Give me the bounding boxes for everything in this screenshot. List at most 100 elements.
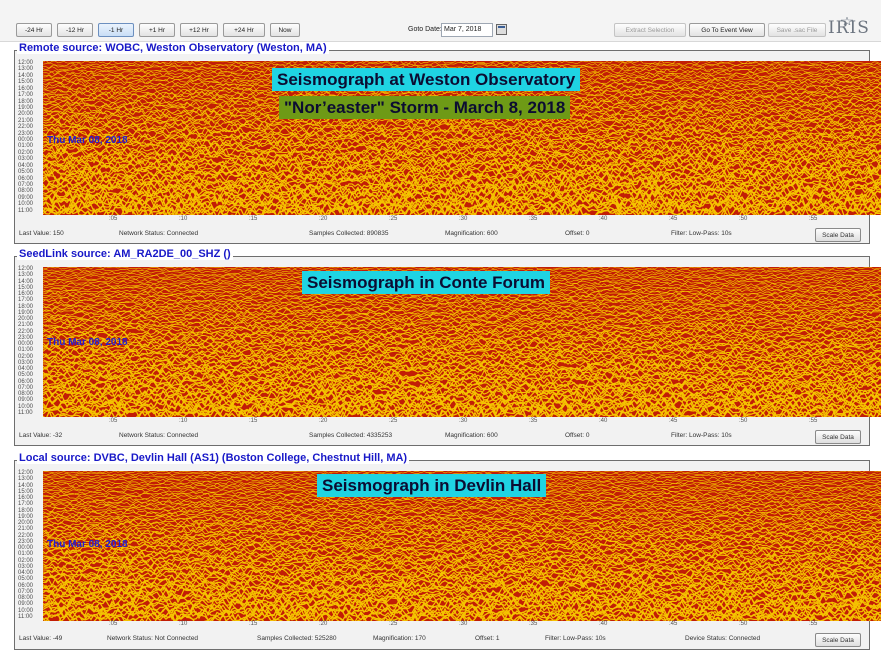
samples-collected: Samples Collected: 525280	[257, 635, 337, 642]
minute-tick: :10	[179, 621, 188, 627]
calendar-icon[interactable]	[496, 24, 507, 35]
minute-tick: :35	[529, 418, 538, 424]
save-sac-file-button[interactable]: Save .sac File	[768, 23, 826, 37]
hour-label: 11:00	[18, 613, 33, 620]
status-bar: Last Value: -49 Network Status: Not Conn…	[19, 633, 867, 647]
minute-tick: :35	[529, 621, 538, 627]
minus-1-hr-button[interactable]: -1 Hr	[98, 23, 134, 37]
date-label: Thu Mar 08, 2018	[47, 337, 128, 348]
date-label: Thu Mar 08, 2018	[47, 135, 128, 146]
panel-title: Remote source: WOBC, Weston Observatory …	[17, 42, 329, 54]
minute-tick: :05	[109, 216, 118, 222]
minute-tick: :55	[809, 621, 818, 627]
minute-tick: :45	[669, 216, 678, 222]
now-button[interactable]: Now	[270, 23, 300, 37]
minute-tick: :20	[319, 621, 328, 627]
plus-1-hr-button[interactable]: +1 Hr	[139, 23, 175, 37]
samples-collected: Samples Collected: 4335253	[309, 432, 393, 439]
minute-tick: :40	[599, 418, 608, 424]
extract-selection-button[interactable]: Extract Selection	[614, 23, 686, 37]
helicorder-panel-devlin: Local source: DVBC, Devlin Hall (AS1) (B…	[14, 452, 881, 650]
minute-tick: :25	[389, 621, 398, 627]
hour-axis: 12:00 13:00 14:00 15:00 16:00 17:00 18:00 19:00…	[16, 265, 43, 419]
caption-title: Seismograph in Devlin Hall	[317, 474, 547, 497]
offset: Offset: 0	[565, 230, 590, 237]
minute-axis: :05 :10 :15 :20 :25 :30 :35 :40 :45 :50 :55	[43, 621, 881, 633]
hour-axis: 12:00 13:00 14:00 15:00 16:00 17:00 18:00 19:00…	[16, 59, 43, 217]
minus-24-hr-button[interactable]: -24 Hr	[16, 23, 52, 37]
minute-tick: :30	[459, 621, 468, 627]
minute-tick: :15	[249, 621, 258, 627]
filter: Filter: Low-Pass: 10s	[671, 432, 732, 439]
minute-tick: :10	[179, 216, 188, 222]
trace-line	[43, 267, 881, 270]
hour-label: 11:00	[18, 207, 33, 214]
magnification: Magnification: 600	[445, 230, 498, 237]
minute-tick: :50	[739, 418, 748, 424]
minute-tick: :45	[669, 418, 678, 424]
minute-tick: :25	[389, 418, 398, 424]
filter: Filter: Low-Pass: 10s	[545, 635, 606, 642]
offset: Offset: 0	[565, 432, 590, 439]
hour-axis: 12:00 13:00 14:00 15:00 16:00 17:00 18:00 19:00…	[16, 469, 43, 623]
minute-tick: :05	[109, 418, 118, 424]
toolbar: -24 Hr -12 Hr -1 Hr +1 Hr +12 Hr +24 Hr …	[0, 0, 881, 42]
device-status: Device Status: Connected	[685, 635, 761, 642]
minute-axis: :05 :10 :15 :20 :25 :30 :35 :40 :45 :50 :55	[43, 418, 881, 430]
helicorder-panel-conte: SeedLink source: AM_RA2DE_00_SHZ () 12:0…	[14, 248, 881, 446]
samples-collected: Samples Collected: 890835	[309, 230, 389, 237]
date-label: Thu Mar 08, 2018	[47, 539, 128, 550]
goto-date-input[interactable]: Mar 7, 2018	[441, 23, 493, 37]
minute-tick: :50	[739, 621, 748, 627]
plus-12-hr-button[interactable]: +12 Hr	[180, 23, 218, 37]
magnification: Magnification: 600	[445, 432, 498, 439]
scale-data-button[interactable]: Scale Data	[815, 430, 861, 444]
panel-title: SeedLink source: AM_RA2DE_00_SHZ ()	[17, 248, 233, 260]
last-value: Last Value: -49	[19, 635, 63, 642]
network-status: Network Status: Connected	[119, 230, 199, 237]
minute-tick: :45	[669, 621, 678, 627]
go-to-event-view-button[interactable]: Go To Event View	[689, 23, 765, 37]
network-status: Network Status: Not Connected	[107, 635, 199, 642]
minute-tick: :30	[459, 418, 468, 424]
minute-tick: :55	[809, 418, 818, 424]
minute-tick: :55	[809, 216, 818, 222]
iris-logo: IRIS	[828, 18, 870, 38]
minute-tick: :20	[319, 418, 328, 424]
filter: Filter: Low-Pass: 10s	[671, 230, 732, 237]
hour-label: 11:00	[18, 409, 33, 416]
minute-tick: :25	[389, 216, 398, 222]
minute-tick: :35	[529, 216, 538, 222]
minute-tick: :05	[109, 621, 118, 627]
trace-line	[43, 496, 881, 502]
helicorder-panel-weston: Remote source: WOBC, Weston Observatory …	[14, 42, 881, 244]
minute-tick: :50	[739, 216, 748, 222]
panel-title: Local source: DVBC, Devlin Hall (AS1) (B…	[17, 452, 410, 464]
minute-tick: :10	[179, 418, 188, 424]
scale-data-button[interactable]: Scale Data	[815, 228, 861, 242]
plus-24-hr-button[interactable]: +24 Hr	[223, 23, 265, 37]
minute-tick: :40	[599, 621, 608, 627]
minus-12-hr-button[interactable]: -12 Hr	[57, 23, 93, 37]
last-value: Last Value: 150	[19, 230, 64, 237]
trace-line	[43, 471, 881, 474]
goto-date-label: Goto Date:	[408, 26, 442, 33]
caption-subtitle: "Nor’easter" Storm - March 8, 2018	[279, 96, 571, 119]
minute-tick: :15	[249, 418, 258, 424]
trace-line	[43, 323, 881, 330]
magnification: Magnification: 170	[373, 635, 426, 642]
trace-line	[43, 525, 881, 532]
caption-title: Seismograph in Conte Forum	[302, 271, 551, 294]
minute-axis: :05 :10 :15 :20 :25 :30 :35 :40 :45 :50 :55	[43, 216, 881, 228]
minute-tick: :15	[249, 216, 258, 222]
caption-title: Seismograph at Weston Observatory	[272, 68, 581, 91]
scale-data-button[interactable]: Scale Data	[815, 633, 861, 647]
offset: Offset: 1	[475, 635, 500, 642]
status-bar: Last Value: 150 Network Status: Connecte…	[19, 228, 867, 242]
network-status: Network Status: Connected	[119, 432, 199, 439]
minute-tick: :40	[599, 216, 608, 222]
last-value: Last Value: -32	[19, 432, 63, 439]
minute-tick: :30	[459, 216, 468, 222]
minute-tick: :20	[319, 216, 328, 222]
status-bar: Last Value: -32 Network Status: Connecte…	[19, 430, 867, 444]
